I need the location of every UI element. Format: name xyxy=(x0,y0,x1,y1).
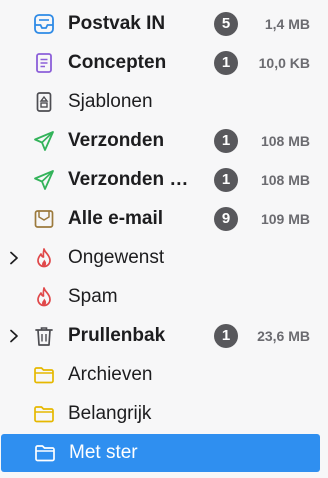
folder-row-important[interactable]: Belangrijk xyxy=(0,396,320,432)
folder-row-trash[interactable]: Prullenbak 1 23,6 MB xyxy=(0,318,320,354)
folder-row-templates[interactable]: Sjablonen xyxy=(0,84,320,120)
folder-row-starred[interactable]: Met ster xyxy=(1,434,320,472)
folder-label: Alle e-mail xyxy=(68,208,164,229)
unread-count-badge: 5 xyxy=(214,12,238,36)
unread-count-badge: 1 xyxy=(214,324,238,348)
folder-row-all-mail[interactable]: Alle e-mail 9 109 MB xyxy=(0,201,320,237)
folder-icon xyxy=(33,403,55,425)
junk-flame-icon xyxy=(33,286,55,308)
folder-icon xyxy=(33,364,55,386)
folder-row-sent[interactable]: Verzonden 1 108 MB xyxy=(0,123,320,159)
unread-count-badge: 1 xyxy=(214,129,238,153)
folder-row-junk[interactable]: Ongewenst xyxy=(0,240,320,276)
folder-row-inbox[interactable]: Postvak IN 5 1,4 MB xyxy=(0,6,320,42)
folder-size: 1,4 MB xyxy=(264,16,310,32)
folder-label: Spam xyxy=(68,286,118,307)
folder-size: 23,6 MB xyxy=(257,328,310,344)
folder-label: Met ster xyxy=(69,442,138,463)
trash-icon xyxy=(33,325,55,347)
folder-label: Archieven xyxy=(68,364,153,385)
folder-label: Prullenbak xyxy=(68,325,166,346)
folder-label: Verzonden … xyxy=(68,169,189,190)
chevron-right-icon[interactable] xyxy=(6,328,22,344)
folder-size: 108 MB xyxy=(260,172,310,188)
unread-count-badge: 9 xyxy=(214,207,238,231)
inbox-icon xyxy=(33,13,55,35)
sent-icon xyxy=(33,130,55,152)
folder-icon xyxy=(34,442,56,464)
folder-label: Ongewenst xyxy=(68,247,165,268)
folder-row-spam[interactable]: Spam xyxy=(0,279,320,315)
folder-size: 10,0 KB xyxy=(258,55,310,71)
chevron-right-icon[interactable] xyxy=(6,250,22,266)
folder-label: Sjablonen xyxy=(68,91,153,112)
folder-row-sent-2[interactable]: Verzonden … 1 108 MB xyxy=(0,162,320,198)
folder-label: Concepten xyxy=(68,52,167,73)
templates-icon xyxy=(33,91,55,113)
folder-row-archives[interactable]: Archieven xyxy=(0,357,320,393)
folder-size: 108 MB xyxy=(260,133,310,149)
folder-label: Verzonden xyxy=(68,130,165,151)
folder-size: 109 MB xyxy=(260,211,310,227)
sent-icon xyxy=(33,169,55,191)
drafts-icon xyxy=(33,52,55,74)
unread-count-badge: 1 xyxy=(214,51,238,75)
folder-row-drafts[interactable]: Concepten 1 10,0 KB xyxy=(0,45,320,81)
archive-box-icon xyxy=(33,208,55,230)
unread-count-badge: 1 xyxy=(214,168,238,192)
folder-label: Belangrijk xyxy=(68,403,152,424)
junk-flame-icon xyxy=(33,247,55,269)
folder-label: Postvak IN xyxy=(68,13,166,34)
